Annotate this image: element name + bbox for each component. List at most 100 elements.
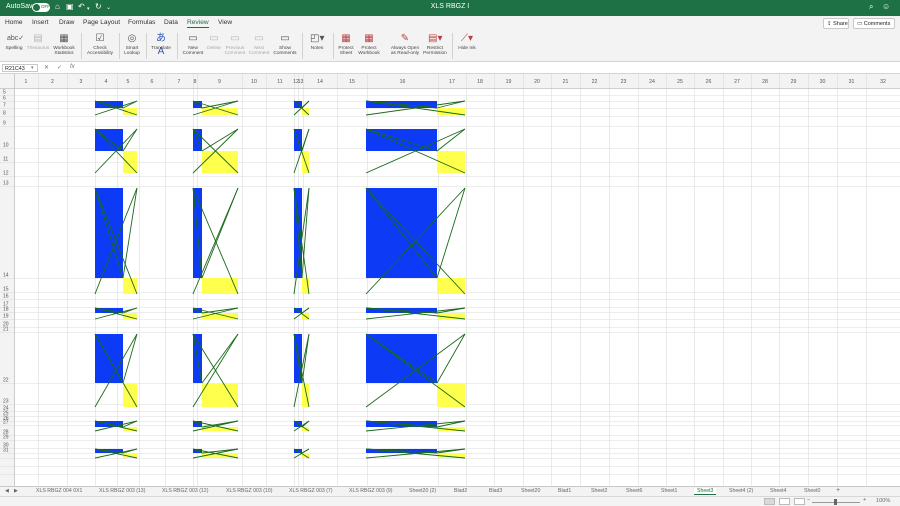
tab-insert[interactable]: Insert [32,19,49,26]
column-header[interactable]: 24 [649,79,655,85]
column-header[interactable]: 27 [734,79,740,85]
zoom-slider-handle[interactable] [834,499,837,505]
column-header[interactable]: 10 [251,79,257,85]
column-header[interactable]: 9 [218,79,221,85]
row-header[interactable]: 10 [3,143,9,149]
sheet-tab[interactable]: XLS RBGZ 003 (9) [349,488,393,494]
row-header[interactable]: 19 [3,314,9,320]
sheet-tab[interactable]: XLS RBGZ 004 0X1 [36,488,82,494]
column-header[interactable]: 3 [80,79,83,85]
column-header[interactable]: 7 [178,79,181,85]
column-header[interactable]: 29 [791,79,797,85]
column-header[interactable]: 26 [706,79,712,85]
column-header[interactable]: 22 [592,79,598,85]
green-line-shape[interactable] [122,128,138,152]
row-header[interactable]: 27 [3,420,9,426]
green-line-shape[interactable] [201,187,239,279]
sheet-tab[interactable]: XLS RBGZ 003 (13) [99,488,145,494]
normal-view-button[interactable] [764,498,775,505]
green-line-shape[interactable] [436,420,466,428]
green-line-shape[interactable] [436,333,466,384]
row-header[interactable]: 6 [3,96,6,102]
tab-draw[interactable]: Draw [59,19,74,26]
always-open-readonly-button[interactable]: ✎ Always Open as Read-only [386,32,424,57]
page-layout-view-button[interactable] [779,498,790,505]
tab-data[interactable]: Data [164,19,178,26]
column-header[interactable]: 17 [449,79,455,85]
cancel-icon[interactable]: ✕ [44,64,49,71]
sheet-tab[interactable]: XLS RBGZ 003 (7) [289,488,333,494]
zoom-in-icon[interactable]: + [863,497,866,503]
prev-sheet-icon[interactable]: ◀ [5,488,9,494]
yellow-rectangle-shape[interactable] [202,383,238,407]
column-header[interactable]: 1 [25,79,28,85]
zoom-out-icon[interactable]: − [807,497,810,503]
show-comments-button[interactable]: ▭ Show Comments [271,32,299,57]
row-header[interactable]: 16 [3,294,9,300]
column-header[interactable]: 8 [194,79,197,85]
column-header[interactable]: 13 [298,79,304,85]
sheet-tab-active[interactable]: Sheet3 [694,488,717,495]
column-header[interactable]: 4 [105,79,108,85]
yellow-rectangle-shape[interactable] [123,151,137,173]
green-line-shape[interactable] [122,333,138,384]
green-line-shape[interactable] [301,333,310,384]
column-header[interactable]: 28 [762,79,768,85]
row-header[interactable]: 7 [3,103,6,109]
translate-button[interactable]: あA Translate [148,32,174,57]
tab-view[interactable]: View [218,19,232,26]
sheet-tab[interactable]: Sheet20 (2) [409,488,436,494]
green-line-shape[interactable] [201,128,239,152]
row-header[interactable]: 23 [3,399,9,405]
new-comment-button[interactable]: ▭ New Comment [180,32,206,57]
green-line-shape[interactable] [201,333,239,384]
comments-button[interactable]: ▭ Comments [853,17,895,29]
yellow-rectangle-shape[interactable] [123,278,137,294]
row-header[interactable]: 12 [3,171,9,177]
page-break-view-button[interactable] [794,498,805,505]
green-line-shape[interactable] [301,100,310,109]
name-box-dropdown-icon[interactable]: ▾ [31,65,34,71]
sheet-tab[interactable]: Sheet2 [591,488,607,494]
sheet-tab[interactable]: Sheet6 [626,488,642,494]
spelling-button[interactable]: abc✓ Spelling [3,32,25,51]
column-header[interactable]: 32 [880,79,886,85]
tab-review[interactable]: Review [187,19,209,28]
row-header[interactable]: 21 [3,327,9,333]
search-icon[interactable]: ⌕ [869,2,873,12]
column-header[interactable]: 6 [151,79,154,85]
tab-formulas[interactable]: Formulas [128,19,155,26]
next-comment-button[interactable]: ▭ Next Comment [247,32,271,57]
formula-input[interactable] [82,64,892,72]
tab-home[interactable]: Home [5,19,23,26]
sheet-tab[interactable]: XLS RBGZ 003 (12) [162,488,208,494]
workbook-statistics-button[interactable]: ▦ Workbook Statistics [50,32,78,57]
delete-comment-button[interactable]: ▭ Delete [204,32,224,51]
sheet-tab[interactable]: Sheet4 [770,488,786,494]
sheet-tab[interactable]: Blad2 [454,488,467,494]
add-sheet-button[interactable]: + [836,487,840,494]
green-line-shape[interactable] [436,187,466,279]
row-header[interactable]: 9 [3,121,6,127]
tab-page-layout[interactable]: Page Layout [83,19,120,26]
column-header[interactable]: 11 [277,79,282,85]
protect-workbook-button[interactable]: ▦ Protect Workbook [356,32,382,57]
column-header[interactable]: 5 [127,79,130,85]
thesaurus-button[interactable]: ▤ Thesaurus [26,32,50,51]
row-header[interactable]: 22 [3,378,9,384]
column-header[interactable]: 18 [477,79,483,85]
column-header[interactable]: 19 [506,79,512,85]
sheet-tab[interactable]: Sheet20 [521,488,540,494]
column-header[interactable]: 31 [849,79,855,85]
protect-sheet-button[interactable]: ▦ Protect Sheet [335,32,357,57]
previous-comment-button[interactable]: ▭ Previous Comment [223,32,247,57]
column-header[interactable]: 14 [317,79,323,85]
green-line-shape[interactable] [301,420,310,428]
row-header[interactable]: 18 [3,307,9,313]
row-header[interactable]: 13 [3,181,9,187]
sheet-tab[interactable]: Sheet0 [804,488,820,494]
sheet-tab[interactable]: XLS RBGZ 003 (10) [226,488,272,494]
column-header[interactable]: 21 [563,79,569,85]
function-icon[interactable]: fx [70,64,75,70]
hide-ink-button[interactable]: ⟋▾ Hide Ink [455,32,479,51]
